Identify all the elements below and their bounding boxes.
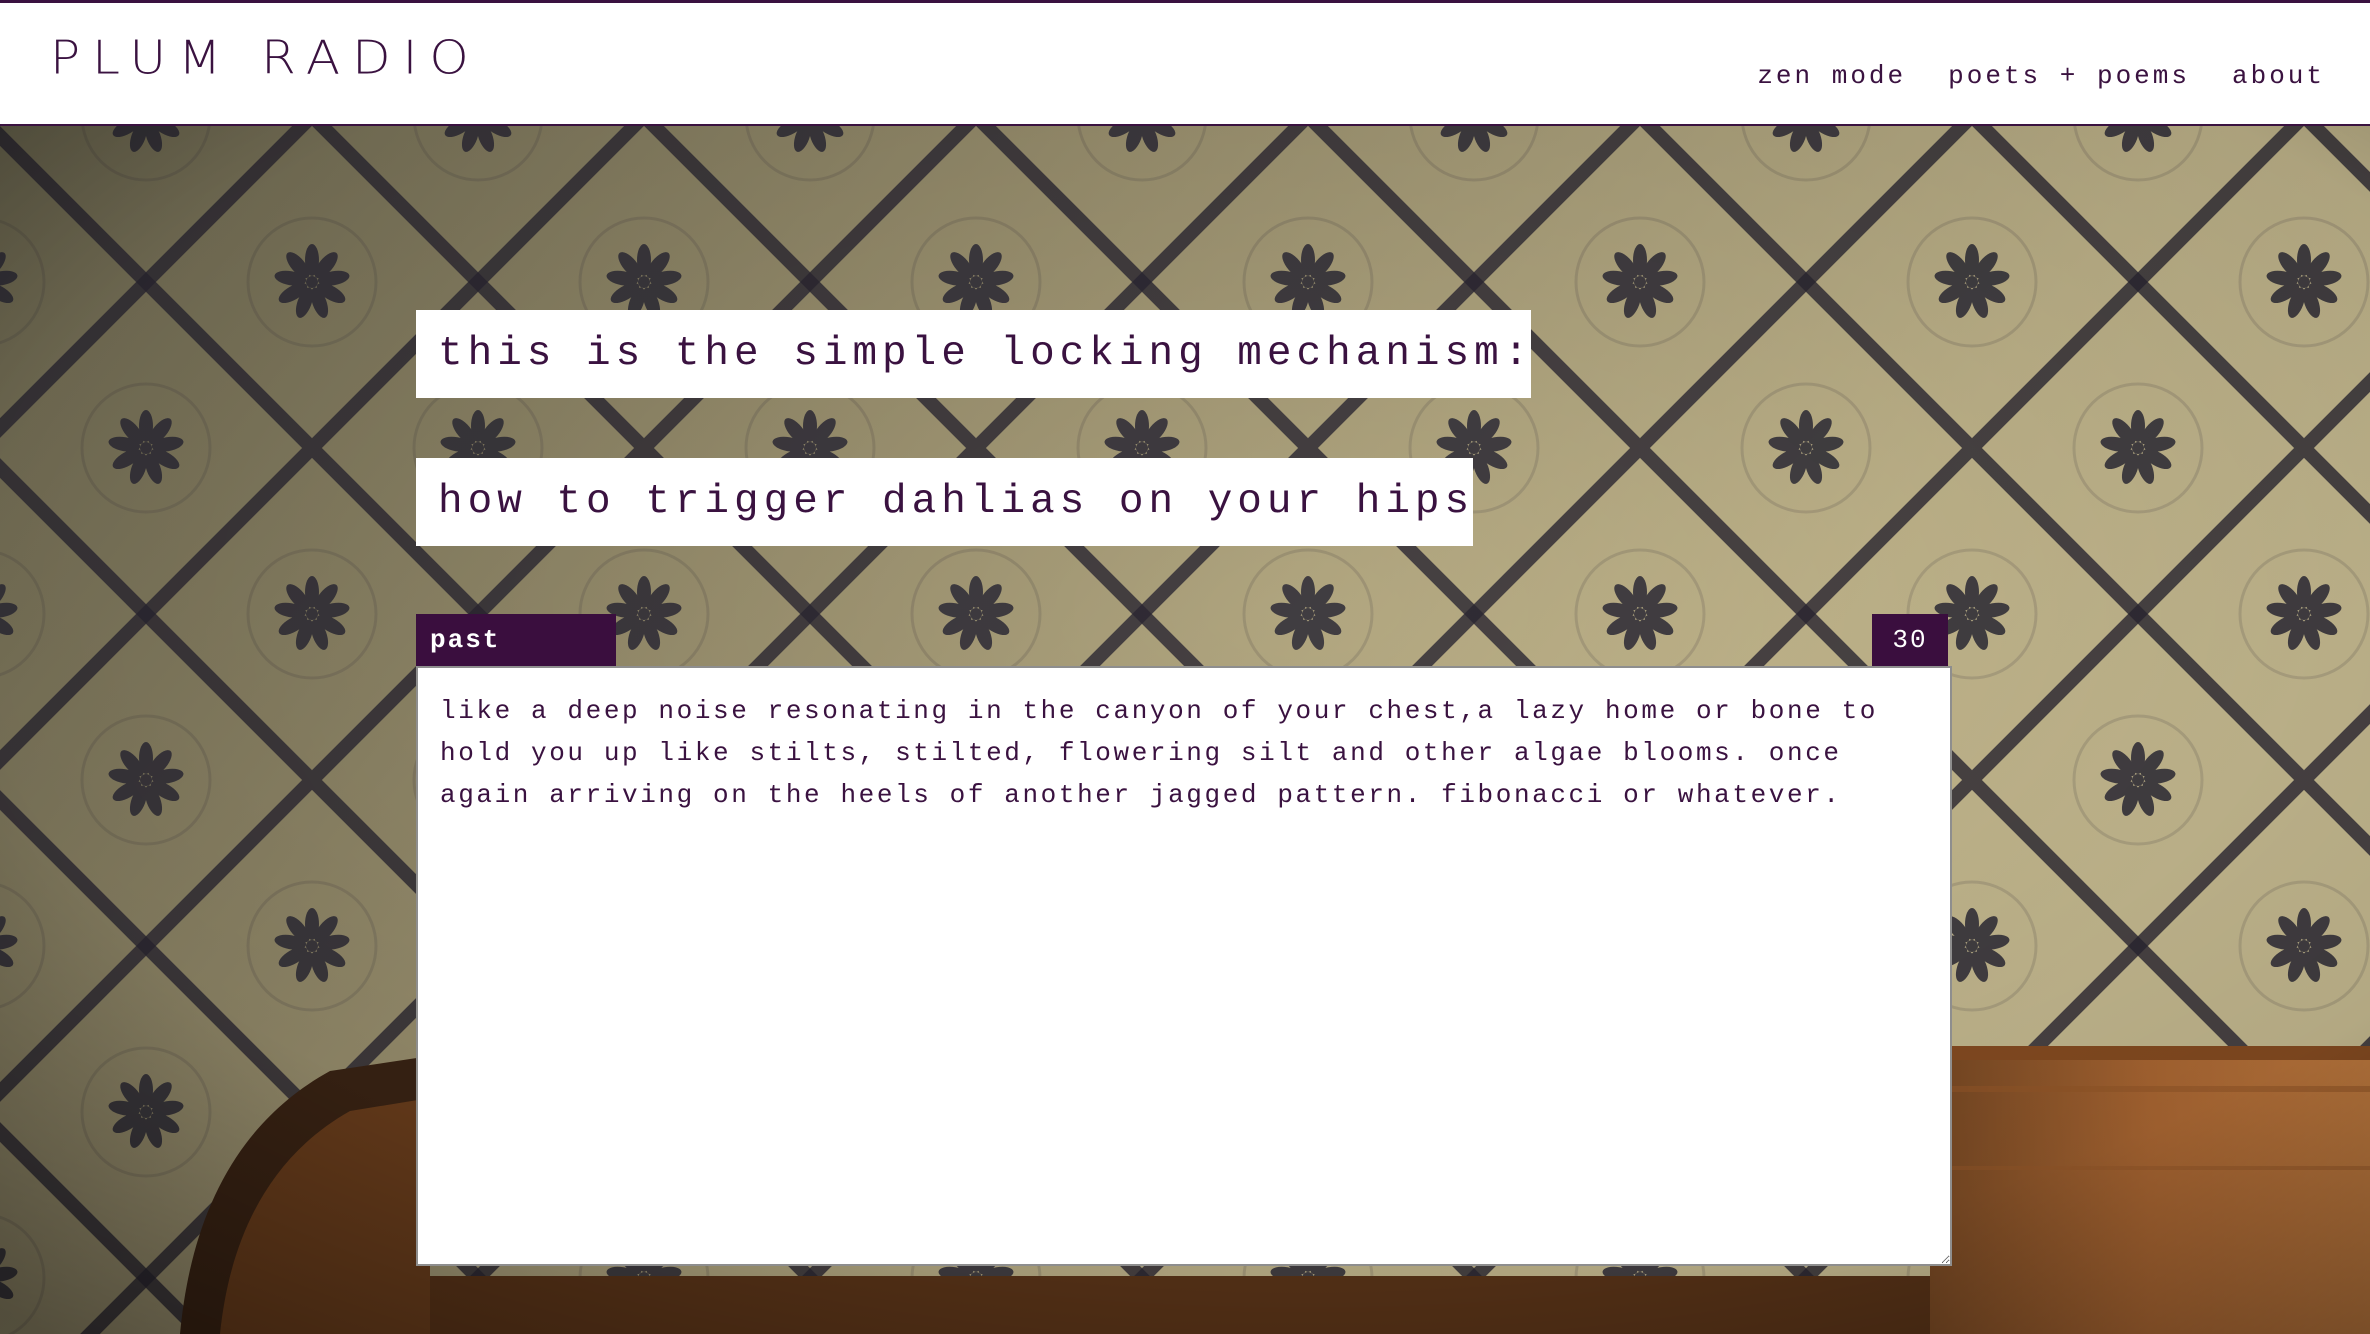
prompt-line[interactable]: how to trigger dahlias on your hips xyxy=(416,458,1473,546)
current-line: this is the simple locking mechanism: xyxy=(416,310,1531,398)
site-header: PLUM RADIO zen mode poets + poems about xyxy=(0,0,2370,126)
past-lines-textarea[interactable]: like a deep noise resonating in the cany… xyxy=(416,666,1952,1266)
site-logo[interactable]: PLUM RADIO xyxy=(50,35,481,81)
nav-about[interactable]: about xyxy=(2232,61,2325,91)
past-lines-label: past lines xyxy=(416,614,616,707)
main-nav: zen mode poets + poems about xyxy=(1757,61,2325,91)
line-count-badge: 30 xyxy=(1872,614,1948,666)
nav-zen-mode[interactable]: zen mode xyxy=(1757,61,1906,91)
nav-poets-poems[interactable]: poets + poems xyxy=(1948,61,2190,91)
